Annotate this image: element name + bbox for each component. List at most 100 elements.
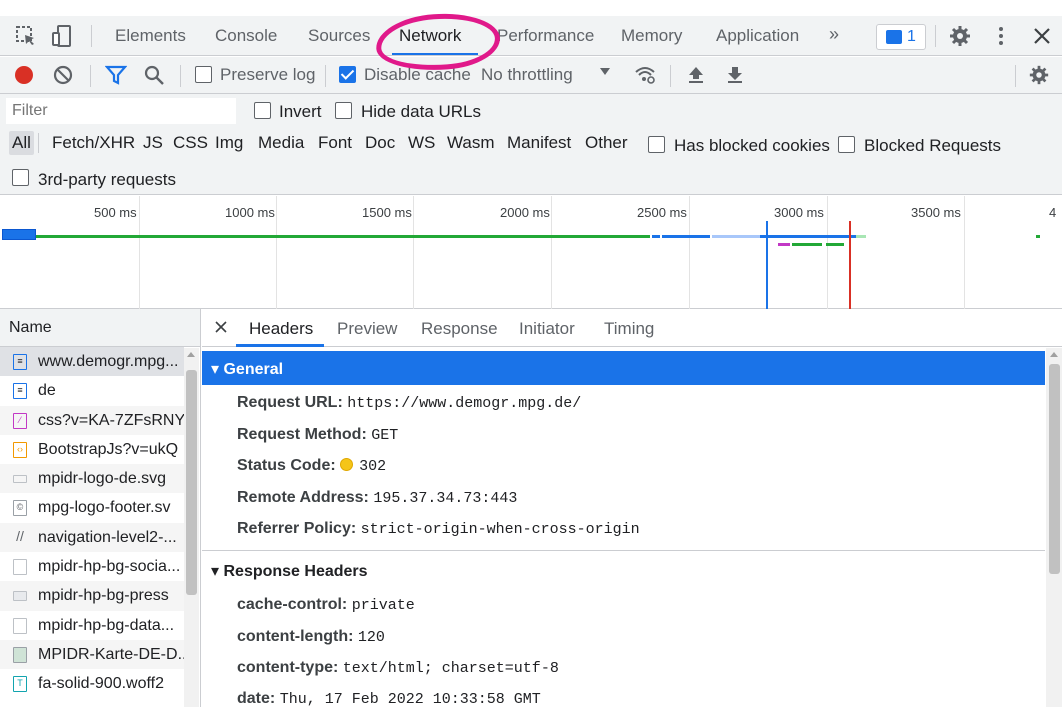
svg-image-icon bbox=[13, 475, 27, 484]
third-party-checkbox[interactable] bbox=[12, 169, 29, 186]
tab-performance[interactable]: Performance bbox=[497, 26, 594, 46]
header-key: date: bbox=[237, 690, 276, 707]
response-headers-section-header[interactable]: ▾ Response Headers bbox=[202, 553, 1045, 587]
type-filter-doc[interactable]: Doc bbox=[365, 133, 395, 153]
tick-label: 3500 ms bbox=[911, 205, 961, 220]
tab-response[interactable]: Response bbox=[421, 319, 498, 339]
request-row[interactable]: ≡ de bbox=[0, 376, 184, 405]
dom-content-loaded-marker bbox=[766, 221, 768, 309]
network-conditions-icon[interactable] bbox=[634, 64, 656, 86]
chevron-down-icon bbox=[600, 68, 610, 75]
type-filter-manifest[interactable]: Manifest bbox=[507, 133, 571, 153]
disable-cache-checkbox[interactable] bbox=[339, 66, 356, 83]
waterfall-bar bbox=[36, 235, 636, 238]
tab-console[interactable]: Console bbox=[215, 26, 277, 46]
request-list-scrollbar[interactable] bbox=[184, 348, 199, 707]
request-row[interactable]: ≡ www.demogr.mpg... bbox=[0, 347, 184, 377]
header-key: Status Code: bbox=[237, 457, 336, 474]
separator bbox=[90, 65, 91, 87]
close-details-icon[interactable] bbox=[215, 321, 227, 333]
tab-preview[interactable]: Preview bbox=[337, 319, 397, 339]
request-row[interactable]: T fa-solid-900.woff2 bbox=[0, 669, 184, 698]
inspect-element-icon[interactable] bbox=[14, 24, 38, 48]
preserve-log-checkbox[interactable] bbox=[195, 66, 212, 83]
waterfall-bar bbox=[826, 243, 844, 246]
settings-gear-icon[interactable] bbox=[948, 24, 972, 48]
type-filter-fetch-xhr[interactable]: Fetch/XHR bbox=[52, 133, 135, 153]
overview-selection bbox=[2, 229, 36, 240]
type-filter-js[interactable]: JS bbox=[143, 133, 163, 153]
scrollbar-thumb[interactable] bbox=[186, 370, 197, 595]
request-row[interactable]: © mpg-logo-footer.sv bbox=[0, 493, 184, 522]
throttling-select[interactable]: No throttling bbox=[481, 65, 573, 85]
tab-application[interactable]: Application bbox=[716, 26, 799, 46]
waterfall-bar bbox=[760, 235, 856, 238]
active-tab-indicator bbox=[392, 53, 478, 55]
type-filter-all[interactable]: All bbox=[9, 131, 34, 155]
more-tabs-button[interactable]: » bbox=[829, 24, 839, 45]
export-har-icon[interactable] bbox=[724, 64, 746, 86]
tab-memory[interactable]: Memory bbox=[621, 26, 682, 46]
has-blocked-cookies-checkbox[interactable] bbox=[648, 136, 665, 153]
document-icon: ≡ bbox=[13, 354, 27, 370]
type-filter-wasm[interactable]: Wasm bbox=[447, 133, 495, 153]
tab-elements[interactable]: Elements bbox=[115, 26, 186, 46]
type-filter-img[interactable]: Img bbox=[215, 133, 243, 153]
tab-headers[interactable]: Headers bbox=[249, 319, 313, 339]
type-filter-ws[interactable]: WS bbox=[408, 133, 435, 153]
gridline bbox=[551, 196, 552, 309]
tab-sources[interactable]: Sources bbox=[308, 26, 370, 46]
scroll-up-arrow-icon[interactable] bbox=[187, 352, 195, 357]
type-filter-css[interactable]: CSS bbox=[173, 133, 208, 153]
filter-input[interactable] bbox=[6, 98, 236, 124]
network-overview[interactable]: 500 ms 1000 ms 1500 ms 2000 ms 2500 ms 3… bbox=[0, 196, 1062, 309]
request-row[interactable]: MPIDR-Karte-DE-D... bbox=[0, 639, 184, 670]
request-row[interactable]: ⁄ css?v=KA-7ZFsRNY bbox=[0, 405, 184, 435]
close-icon[interactable] bbox=[1030, 24, 1054, 48]
separator bbox=[670, 65, 671, 87]
issues-badge[interactable]: 1 bbox=[876, 24, 926, 50]
hide-data-urls-checkbox[interactable] bbox=[335, 102, 352, 119]
tab-network[interactable]: Network bbox=[399, 26, 461, 46]
details-scrollbar[interactable] bbox=[1046, 348, 1062, 707]
tick-label: 1000 ms bbox=[225, 205, 275, 220]
search-icon[interactable] bbox=[143, 64, 165, 86]
request-name: BootstrapJs?v=ukQ bbox=[38, 440, 179, 458]
invert-checkbox[interactable] bbox=[254, 102, 271, 119]
more-options-icon[interactable] bbox=[989, 24, 1013, 48]
request-row[interactable]: mpidr-hp-bg-socia... bbox=[0, 552, 184, 581]
request-row[interactable]: mpidr-logo-de.svg bbox=[0, 464, 184, 494]
gridline bbox=[964, 196, 965, 309]
type-filter-other[interactable]: Other bbox=[585, 133, 628, 153]
status-dot-icon bbox=[340, 458, 354, 471]
network-settings-gear-icon[interactable] bbox=[1028, 64, 1050, 86]
scrollbar-thumb[interactable] bbox=[1049, 364, 1060, 574]
type-filter-media[interactable]: Media bbox=[258, 133, 304, 153]
request-row[interactable]: mpidr-hp-bg-data... bbox=[0, 611, 184, 640]
filter-icon[interactable] bbox=[105, 64, 127, 86]
font-icon: T bbox=[13, 676, 27, 693]
header-value: text/html; charset=utf-8 bbox=[342, 660, 559, 677]
has-blocked-cookies-label: Has blocked cookies bbox=[674, 136, 830, 155]
request-name: www.demogr.mpg... bbox=[38, 353, 179, 370]
blocked-requests-checkbox[interactable] bbox=[838, 136, 855, 153]
request-list: Name ≡ www.demogr.mpg... ≡ de ⁄ css?v=KA… bbox=[0, 309, 201, 707]
request-row[interactable]: // navigation-level2-... bbox=[0, 522, 184, 553]
load-event-marker bbox=[849, 221, 851, 309]
type-filter-font[interactable]: Font bbox=[318, 133, 352, 153]
scroll-up-arrow-icon[interactable] bbox=[1050, 352, 1058, 357]
name-column-header[interactable]: Name bbox=[0, 309, 200, 347]
header-key: Request URL: bbox=[237, 394, 343, 411]
request-row[interactable]: mpidr-hp-bg-press bbox=[0, 581, 184, 611]
issues-count: 1 bbox=[907, 28, 916, 45]
request-rows: ≡ www.demogr.mpg... ≡ de ⁄ css?v=KA-7ZFs… bbox=[0, 347, 200, 699]
tab-timing[interactable]: Timing bbox=[604, 319, 654, 339]
tick-label: 1500 ms bbox=[362, 205, 412, 220]
general-section-header[interactable]: ▾ General bbox=[202, 351, 1045, 385]
request-row[interactable]: ‹› BootstrapJs?v=ukQ bbox=[0, 435, 184, 464]
import-har-icon[interactable] bbox=[685, 64, 707, 86]
tab-initiator[interactable]: Initiator bbox=[519, 319, 575, 339]
clear-icon[interactable] bbox=[52, 64, 74, 86]
device-toolbar-icon[interactable] bbox=[50, 24, 74, 48]
record-icon[interactable] bbox=[13, 64, 35, 86]
